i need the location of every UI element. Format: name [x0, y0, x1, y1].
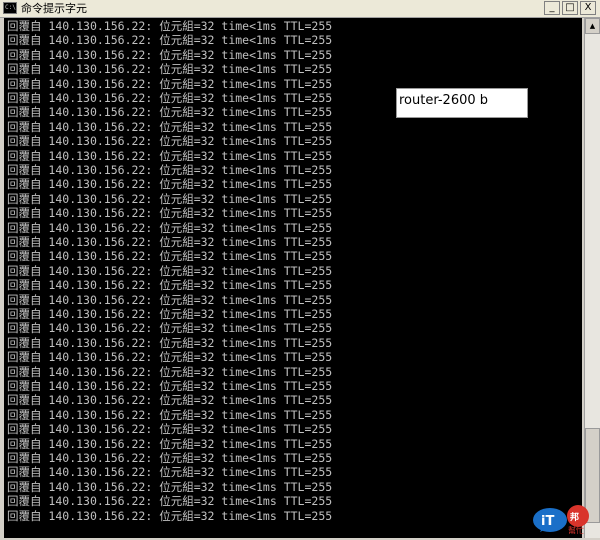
- console-line: 回覆自 140.130.156.22: 位元組=32 time<1ms TTL=…: [7, 350, 333, 365]
- console-line: 回覆自 140.130.156.22: 位元組=32 time<1ms TTL=…: [7, 47, 333, 62]
- console-line: 回覆自 140.130.156.22: 位元組=32 time<1ms TTL=…: [7, 91, 333, 105]
- console-line: 回覆自 140.130.156.22: 位元組=32 time<1ms TTL=…: [7, 479, 333, 494]
- console-line: 回覆自 140.130.156.22: 位元組=32 time<1ms TTL=…: [7, 177, 333, 192]
- console-line: 回覆自 140.130.156.22: 位元組=32 time<1ms TTL=…: [7, 335, 333, 350]
- console-line: 回覆自 140.130.156.22: 位元組=32 time<1ms TTL=…: [7, 191, 333, 206]
- console-line: 回覆自 140.130.156.22: 位元組=32 time<1ms TTL=…: [7, 263, 333, 278]
- console-line: 回覆自 140.130.156.22: 位元組=32 time<1ms TTL=…: [7, 33, 333, 48]
- console-line: 回覆自 140.130.156.22: 位元組=32 time<1ms TTL=…: [7, 379, 333, 393]
- console-line: 回覆自 140.130.156.22: 位元組=32 time<1ms TTL=…: [7, 105, 333, 120]
- console-line: 回覆自 140.130.156.22: 位元組=32 time<1ms TTL=…: [7, 19, 333, 33]
- console-line: 回覆自 140.130.156.22: 位元組=32 time<1ms TTL=…: [7, 134, 333, 149]
- close-button[interactable]: X: [580, 1, 596, 15]
- vertical-scrollbar[interactable]: ▲: [584, 18, 600, 538]
- console-line: 回覆自 140.130.156.22: 位元組=32 time<1ms TTL=…: [7, 422, 333, 437]
- logo-it-letters: iT: [541, 514, 554, 529]
- console-line: 回覆自 140.130.156.22: 位元組=32 time<1ms TTL=…: [7, 393, 333, 408]
- console-line: 回覆自 140.130.156.22: 位元組=32 time<1ms TTL=…: [7, 278, 333, 293]
- cmd-icon[interactable]: C:\: [3, 2, 17, 14]
- ithome-logo: iT 邦 幫忙: [530, 500, 600, 536]
- logo-help-text: 幫忙: [568, 525, 584, 535]
- console-line: 回覆自 140.130.156.22: 位元組=32 time<1ms TTL=…: [7, 220, 333, 235]
- console-line: 回覆自 140.130.156.22: 位元組=32 time<1ms TTL=…: [7, 163, 333, 177]
- console-line: 回覆自 140.130.156.22: 位元組=32 time<1ms TTL=…: [7, 321, 333, 336]
- console-line: 回覆自 140.130.156.22: 位元組=32 time<1ms TTL=…: [7, 148, 333, 163]
- console-line: 回覆自 140.130.156.22: 位元組=32 time<1ms TTL=…: [7, 76, 333, 91]
- console-line: 回覆自 140.130.156.22: 位元組=32 time<1ms TTL=…: [7, 494, 333, 509]
- router-label: router-2600 b: [396, 88, 528, 118]
- console-line: 回覆自 140.130.156.22: 位元組=32 time<1ms TTL=…: [7, 292, 333, 307]
- console-line: 回覆自 140.130.156.22: 位元組=32 time<1ms TTL=…: [7, 249, 333, 264]
- console-line: 回覆自 140.130.156.22: 位元組=32 time<1ms TTL=…: [7, 407, 333, 422]
- console-line: 回覆自 140.130.156.22: 位元組=32 time<1ms TTL=…: [7, 62, 333, 77]
- console-line: 回覆自 140.130.156.22: 位元組=32 time<1ms TTL=…: [7, 307, 333, 321]
- minimize-button[interactable]: _: [544, 1, 560, 15]
- console-line: 回覆自 140.130.156.22: 位元組=32 time<1ms TTL=…: [7, 508, 333, 523]
- logo-bang-text: 邦: [570, 511, 579, 523]
- window-controls: _ □ X: [544, 1, 596, 16]
- console-line: 回覆自 140.130.156.22: 位元組=32 time<1ms TTL=…: [7, 465, 333, 480]
- console-line: 回覆自 140.130.156.22: 位元組=32 time<1ms TTL=…: [7, 206, 333, 221]
- console-line: 回覆自 140.130.156.22: 位元組=32 time<1ms TTL=…: [7, 436, 333, 451]
- window-title: 命令提示字元: [21, 2, 87, 15]
- title-bar[interactable]: C:\ 命令提示字元 _ □ X: [0, 0, 600, 18]
- console-line: 回覆自 140.130.156.22: 位元組=32 time<1ms TTL=…: [7, 119, 333, 134]
- scroll-up-arrow[interactable]: ▲: [585, 18, 600, 34]
- cmd-window: C:\ 命令提示字元 _ □ X 回覆自 140.130.156.22: 位元組…: [0, 0, 600, 538]
- maximize-button[interactable]: □: [562, 1, 578, 15]
- logo-graphic: iT 邦 幫忙: [533, 505, 589, 535]
- console-line: 回覆自 140.130.156.22: 位元組=32 time<1ms TTL=…: [7, 235, 333, 249]
- console-line: 回覆自 140.130.156.22: 位元組=32 time<1ms TTL=…: [7, 364, 333, 379]
- console-line: 回覆自 140.130.156.22: 位元組=32 time<1ms TTL=…: [7, 451, 333, 465]
